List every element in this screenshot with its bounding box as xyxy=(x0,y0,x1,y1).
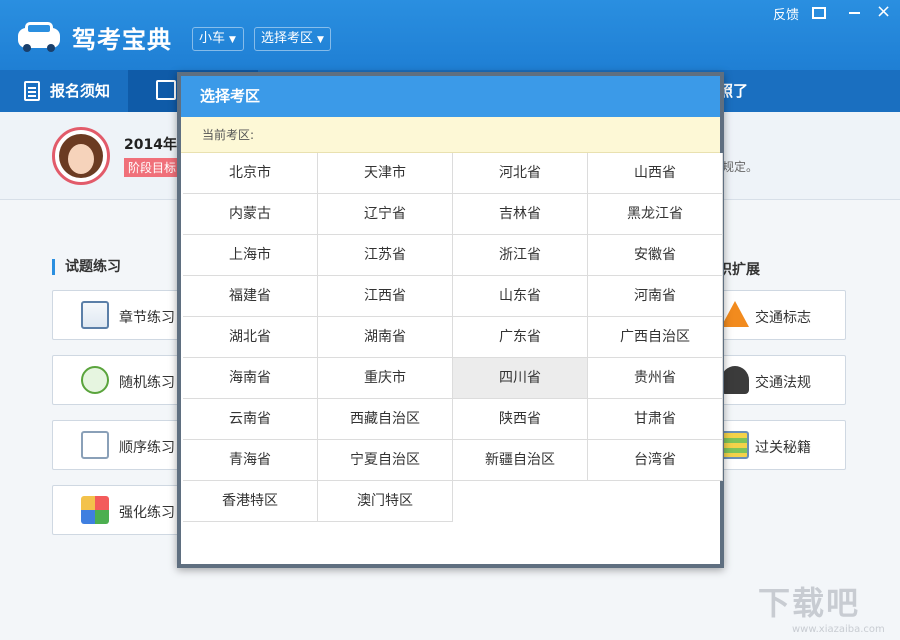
region-item[interactable]: 天津市 xyxy=(318,153,453,194)
button-label: 过关秘籍 xyxy=(755,440,811,456)
region-item[interactable]: 河北省 xyxy=(453,153,588,194)
region-item[interactable]: 北京市 xyxy=(183,153,318,194)
avatar[interactable] xyxy=(52,127,110,185)
region-item[interactable]: 澳门特区 xyxy=(318,481,453,522)
random-icon xyxy=(81,366,109,394)
region-item[interactable]: 山西省 xyxy=(588,153,723,194)
button-label: 随机练习 xyxy=(119,375,175,391)
practice-section-title: 试题练习 xyxy=(52,259,121,275)
region-item[interactable]: 河南省 xyxy=(588,276,723,317)
button-label: 顺序练习 xyxy=(119,440,175,456)
car-type-label: 小车 xyxy=(199,31,226,46)
button-label: 章节练习 xyxy=(119,310,175,326)
stage-goal-badge: 阶段目标 xyxy=(124,158,180,177)
button-label: 交通法规 xyxy=(755,375,811,391)
region-item[interactable]: 福建省 xyxy=(183,276,318,317)
region-item[interactable]: 青海省 xyxy=(183,440,318,481)
region-item[interactable]: 四川省 xyxy=(453,358,588,399)
pass-tips-button[interactable]: 过关秘籍 xyxy=(718,420,846,470)
tab-label: 报名须知 xyxy=(50,82,111,100)
current-area-label: 当前考区: xyxy=(181,117,720,153)
region-item[interactable]: 新疆自治区 xyxy=(453,440,588,481)
chevron-down-icon: ▼ xyxy=(317,35,324,45)
order-practice-button[interactable]: 顺序练习 xyxy=(52,420,180,470)
region-item[interactable]: 湖北省 xyxy=(183,317,318,358)
minimize-icon[interactable] xyxy=(849,12,860,14)
region-item[interactable]: 台湾省 xyxy=(588,440,723,481)
region-item[interactable]: 广东省 xyxy=(453,317,588,358)
button-label: 交通标志 xyxy=(755,310,811,326)
watermark-logo: 下载吧 xyxy=(758,584,861,622)
region-item[interactable]: 贵州省 xyxy=(588,358,723,399)
region-item[interactable]: 宁夏自治区 xyxy=(318,440,453,481)
traffic-law-button[interactable]: 交通法规 xyxy=(718,355,846,405)
random-practice-button[interactable]: 随机练习 xyxy=(52,355,180,405)
region-item[interactable]: 重庆市 xyxy=(318,358,453,399)
chapter-practice-button[interactable]: 章节练习 xyxy=(52,290,180,340)
close-icon[interactable]: × xyxy=(876,1,891,22)
region-item[interactable]: 湖南省 xyxy=(318,317,453,358)
profile-title: 2014年驾 xyxy=(124,137,180,153)
region-item[interactable]: 云南省 xyxy=(183,399,318,440)
police-icon xyxy=(721,366,749,394)
chevron-down-icon: ▼ xyxy=(229,35,236,45)
select-area-label: 选择考区 xyxy=(261,31,314,46)
select-area-dialog: 选择考区 当前考区: 北京市 天津市 河北省 山西省内蒙古 辽宁省 吉林省 黑龙江省上海市江… xyxy=(177,72,724,568)
menu-icon[interactable] xyxy=(812,7,826,19)
dialog-title: 选择考区 xyxy=(181,76,720,117)
select-area-dropdown[interactable]: 选择考区 ▼ xyxy=(254,27,331,51)
region-item[interactable]: 安徽省 xyxy=(588,235,723,276)
region-item[interactable]: 辽宁省 xyxy=(318,194,453,235)
region-item[interactable]: 甘肃省 xyxy=(588,399,723,440)
knowledge-section-title: 识扩展 xyxy=(718,262,760,278)
region-item[interactable]: 海南省 xyxy=(183,358,318,399)
region-item[interactable]: 吉林省 xyxy=(453,194,588,235)
region-item[interactable]: 内蒙古 xyxy=(183,194,318,235)
chapter-icon xyxy=(81,301,109,329)
avatar-face xyxy=(68,144,94,174)
traffic-cone-icon xyxy=(721,301,749,327)
app-title: 驾考宝典 xyxy=(72,26,172,54)
button-label: 强化练习 xyxy=(119,505,175,521)
tab-photo[interactable]: 照了 xyxy=(718,70,778,112)
region-item[interactable]: 江西省 xyxy=(318,276,453,317)
region-item[interactable]: 浙江省 xyxy=(453,235,588,276)
strengthen-practice-button[interactable]: 强化练习 xyxy=(52,485,180,535)
region-item[interactable]: 江苏省 xyxy=(318,235,453,276)
order-icon xyxy=(81,431,109,459)
pencil-icon xyxy=(156,80,176,100)
car-logo-icon xyxy=(18,22,60,52)
title-bar: 驾考宝典 小车 ▼ 选择考区 ▼ 反馈 × xyxy=(0,0,900,70)
region-item[interactable]: 广西自治区 xyxy=(588,317,723,358)
watermark-url: www.xiazaiba.com xyxy=(792,624,885,635)
region-item[interactable]: 山东省 xyxy=(453,276,588,317)
region-item[interactable]: 西藏自治区 xyxy=(318,399,453,440)
checklist-icon xyxy=(721,431,749,459)
region-item[interactable]: 香港特区 xyxy=(183,481,318,522)
strengthen-icon xyxy=(81,496,109,524)
tab-registration-notice[interactable]: 报名须知 xyxy=(0,70,128,112)
profile-note: 规定。 xyxy=(722,160,759,174)
traffic-signs-button[interactable]: 交通标志 xyxy=(718,290,846,340)
feedback-link[interactable]: 反馈 xyxy=(773,4,799,23)
document-icon xyxy=(24,81,40,101)
region-item[interactable]: 陕西省 xyxy=(453,399,588,440)
region-item[interactable]: 黑龙江省 xyxy=(588,194,723,235)
car-type-dropdown[interactable]: 小车 ▼ xyxy=(192,27,244,51)
region-item[interactable]: 上海市 xyxy=(183,235,318,276)
